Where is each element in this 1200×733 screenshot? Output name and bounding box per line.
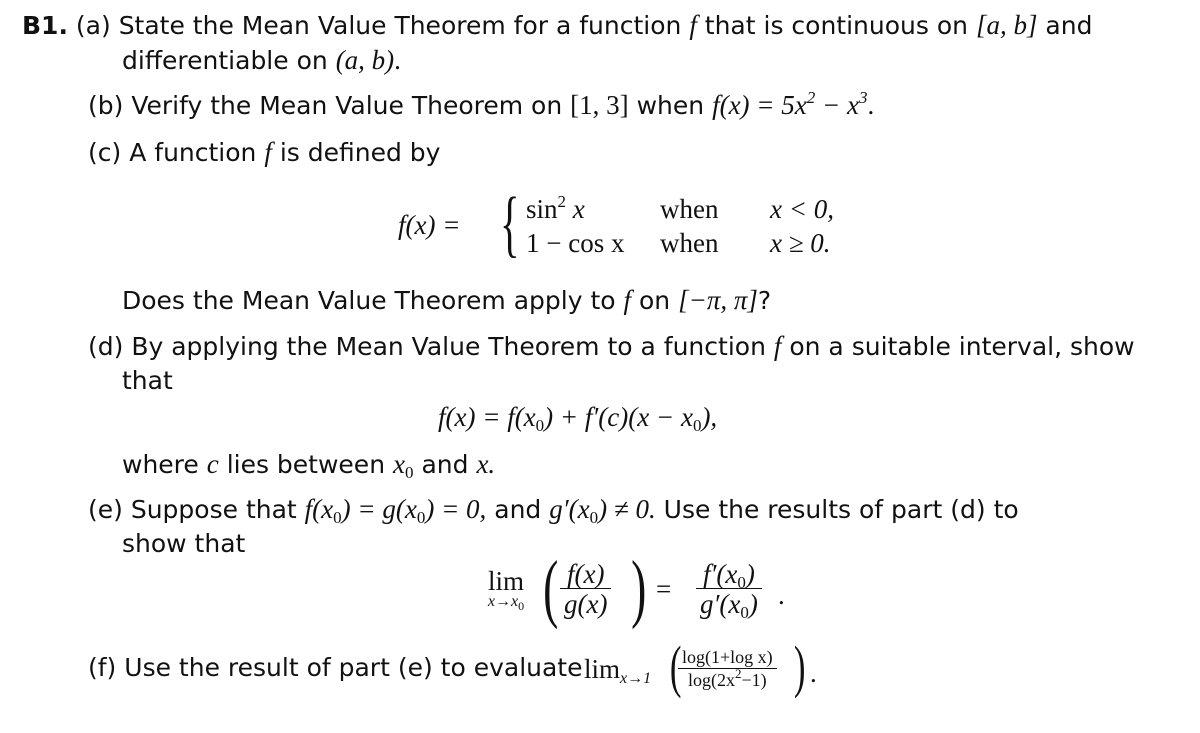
part-a-text: that is continuous on [704,11,968,40]
part-b-label: (b) [88,91,124,120]
part-f-label: (f) [88,653,117,682]
interval: [1, 3] [570,90,629,120]
part-a-line-2: differentiable on (a, b). [122,45,401,76]
part-e-label: (e) [88,495,123,524]
part-a-label: (a) [75,11,111,40]
part-a-text: differentiable on [122,46,328,75]
var-f: f [773,331,782,361]
log-fraction: log(1+log x) log(2x2−1) [678,646,777,691]
part-d-text: that [122,366,173,395]
part-c-text: is defined by [279,138,441,167]
part-a-line-1: B1. (a) State the Mean Value Theorem for… [22,10,1092,41]
part-e-text: Use the results of part (d) to [663,495,1019,524]
part-d-equation: f(x) = f(x0) + f′(c)(x − x0), [438,402,718,435]
limit-operator: limx→1 [584,654,652,687]
condition-expr-2: g′(x0) ≠ 0. [549,494,656,527]
part-b-text: when [636,91,705,120]
part-e-line-1: (e) Suppose that f(x0) = g(x0) = 0, and … [88,494,1019,527]
part-d-text: By applying the Mean Value Theorem to a … [131,332,766,361]
case-word: when [660,194,719,224]
part-d-where: where c lies between x0 and x. [122,449,496,482]
question-text: Does the Mean Value Theorem apply to [122,286,616,315]
part-f-line: (f) Use the result of part (e) to evalua… [88,653,583,683]
part-d-text: on a suitable interval, show [789,332,1135,361]
part-c-text: A function [129,138,257,167]
left-paren: ( [543,546,559,630]
question-mark: ? [757,286,772,315]
part-e-text: show that [122,529,246,558]
lhs-fraction: f(x) g(x) [560,560,612,619]
interval: [−π, π] [678,285,758,315]
case-word: when [660,228,719,258]
part-b-line: (b) Verify the Mean Value Theorem on [1,… [88,88,875,121]
question-text: on [639,286,671,315]
right-paren: ) [793,634,806,699]
left-brace: { [500,183,520,265]
case-cond: x < 0, [770,194,834,224]
var-f: f [264,137,272,167]
case-expr: sin2 x [526,192,585,224]
part-c-label: (c) [88,138,122,167]
part-a-text: and [1045,11,1093,40]
case-expr: 1 − cos x [526,228,625,258]
part-e-text: Suppose that [130,495,297,524]
part-c-question: Does the Mean Value Theorem apply to f o… [122,285,771,316]
rhs-fraction: f′(x0) g′(x0) [696,560,762,621]
limit-operator: lim x→x0 [487,566,525,614]
period: . [778,580,785,610]
period: . [810,658,817,688]
case-cond: x ≥ 0. [770,228,831,258]
var-f: f [623,285,632,315]
where-text: where [122,450,199,479]
var-x: x. [476,449,496,479]
part-e-text: and [494,495,542,524]
part-d-line-2: that [122,366,173,396]
where-text: lies between [226,450,386,479]
part-c-line: (c) A function f is defined by [88,137,440,168]
var-x0: x0 [393,449,414,482]
period: . [394,45,401,75]
piecewise-lhs: f(x) = [398,210,461,240]
function-expr: f(x) = 5x2 − x3. [712,88,875,120]
part-f-text: Use the result of part (e) to evaluate [124,653,583,682]
var-f: f [689,10,697,40]
part-a-text: State the Mean Value Theorem for a funct… [118,11,682,40]
part-e-line-2: show that [122,529,245,559]
right-paren: ) [631,546,647,630]
question-label: B1. [22,11,68,40]
where-text: and [421,450,469,479]
equals: = [656,574,672,604]
open-interval: (a, b) [335,45,395,75]
var-c: c [206,449,219,479]
closed-interval: [a, b] [975,10,1038,40]
part-d-label: (d) [88,332,124,361]
part-d-line-1: (d) By applying the Mean Value Theorem t… [88,331,1135,362]
condition-expr: f(x0) = g(x0) = 0, [304,494,487,527]
part-b-text: Verify the Mean Value Theorem on [131,91,563,120]
